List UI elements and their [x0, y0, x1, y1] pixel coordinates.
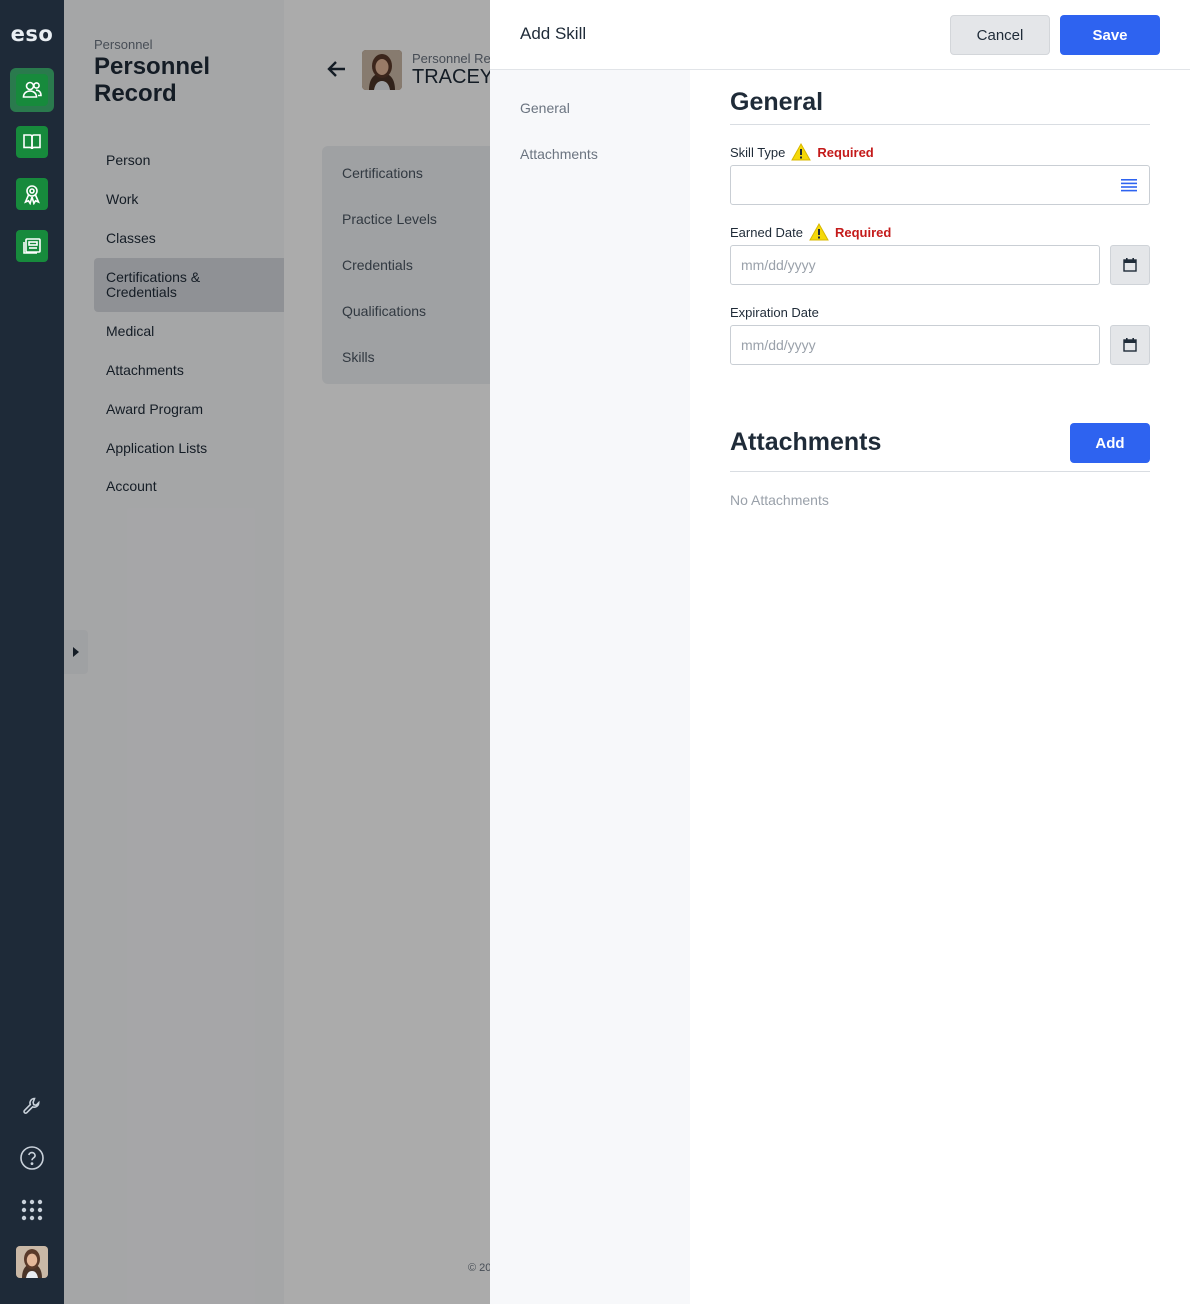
- required-indicator: Required: [817, 144, 874, 160]
- app-grid-icon[interactable]: [16, 1194, 48, 1226]
- calendar-icon: [1123, 258, 1137, 272]
- wrench-icon[interactable]: [16, 1090, 48, 1122]
- app-rail: eso: [0, 0, 64, 1304]
- drawer-header: Add Skill Cancel Save: [490, 0, 1190, 70]
- user-avatar[interactable]: [16, 1246, 48, 1278]
- earned-date-calendar-button[interactable]: [1110, 245, 1150, 285]
- calendar-icon: [1123, 338, 1137, 352]
- required-indicator: Required: [835, 224, 892, 240]
- no-attachments-text: No Attachments: [730, 492, 829, 508]
- expiration-date-label: Expiration Date: [730, 304, 819, 320]
- help-icon[interactable]: [16, 1142, 48, 1174]
- earned-date-label: Earned Date Required: [730, 223, 892, 241]
- drawer-section-nav: General Attachments: [490, 70, 690, 1304]
- skill-type-select[interactable]: [730, 165, 1150, 205]
- modal-overlay[interactable]: [64, 0, 490, 1304]
- expiration-date-calendar-button[interactable]: [1110, 325, 1150, 365]
- general-divider: [730, 124, 1150, 125]
- add-attachment-button[interactable]: Add: [1070, 423, 1150, 463]
- skill-type-label: Skill Type Required: [730, 143, 874, 161]
- attachments-heading: Attachments: [730, 428, 882, 456]
- eso-logo[interactable]: eso: [0, 22, 64, 46]
- personnel-app-icon[interactable]: [10, 68, 54, 112]
- reports-icon[interactable]: [16, 230, 48, 262]
- training-book-icon[interactable]: [16, 126, 48, 158]
- drawer-title: Add Skill: [520, 24, 587, 43]
- attachments-divider: [730, 471, 1150, 472]
- certification-ribbon-icon[interactable]: [16, 178, 48, 210]
- save-button[interactable]: Save: [1060, 15, 1160, 55]
- expiration-date-input[interactable]: mm/dd/yyyy: [730, 325, 1100, 365]
- earned-date-input[interactable]: mm/dd/yyyy: [730, 245, 1100, 285]
- drawer-nav-general[interactable]: General: [520, 100, 570, 116]
- list-icon: [1121, 179, 1137, 192]
- add-skill-drawer: Add Skill Cancel Save General Attachment…: [490, 0, 1190, 1304]
- general-heading: General: [730, 88, 824, 116]
- drawer-nav-attachments[interactable]: Attachments: [520, 146, 598, 162]
- cancel-button[interactable]: Cancel: [950, 15, 1050, 55]
- warning-icon: [809, 223, 829, 241]
- warning-icon: [791, 143, 812, 161]
